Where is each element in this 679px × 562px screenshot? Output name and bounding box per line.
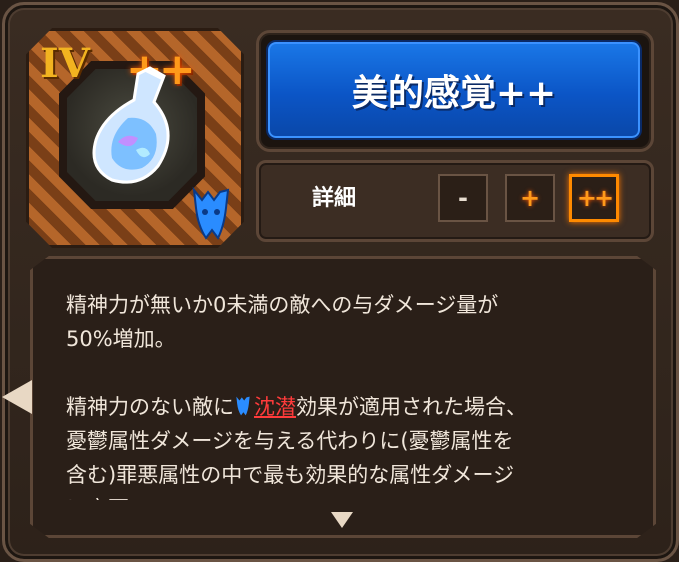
sinking-icon — [236, 396, 250, 416]
previous-arrow-icon[interactable] — [2, 380, 32, 414]
flask-icon — [92, 66, 170, 184]
keyword-sinking[interactable]: 沈潜 — [254, 395, 296, 419]
description-text[interactable]: 精神力が無いか0未満の敵への与ダメージ量が 50%増加。 精神力のない敵に 沈潜効… — [66, 288, 626, 500]
desc-line-1: 精神力が無いか0未満の敵への与ダメージ量が — [66, 293, 499, 317]
item-title: 美的感覚++ — [266, 40, 642, 140]
desc-line-4: 憂鬱属性ダメージを与える代わりに(憂鬱属性を — [66, 429, 514, 453]
tier-button-plusplus[interactable]: ++ — [569, 174, 619, 222]
detail-label: 詳細 — [312, 186, 357, 211]
desc-line-6: に変更 — [66, 492, 626, 500]
tier-button-plus[interactable]: + — [505, 174, 555, 222]
desc-line-3: 精神力のない敵に 沈潜効果が適用された場合、 — [66, 395, 527, 419]
rank-label: IV — [40, 40, 90, 87]
tier-button-base[interactable]: - — [438, 174, 488, 222]
desc-line-5: 含む)罪悪属性の中で最も効果的な属性ダメージ — [66, 463, 515, 487]
scroll-down-arrow-icon[interactable] — [331, 512, 353, 528]
desc-line-2: 50%増加。 — [66, 327, 176, 351]
sin-affinity-icon — [192, 186, 230, 240]
